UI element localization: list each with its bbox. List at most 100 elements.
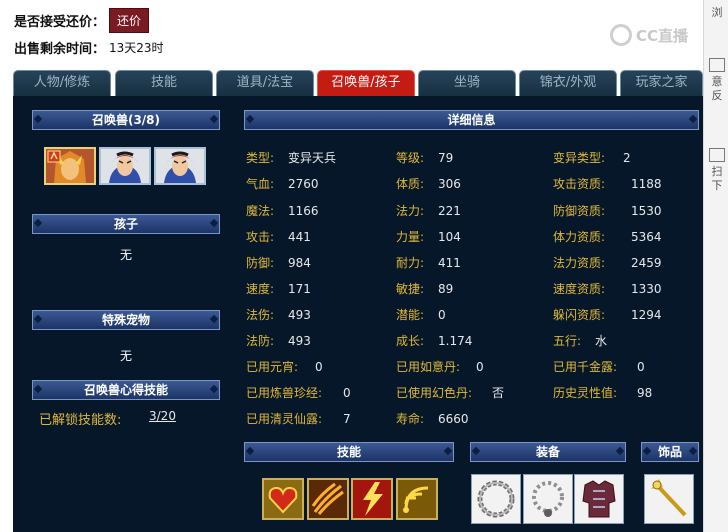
stat-label: 力量: (396, 230, 425, 244)
stat-label: 成长: (396, 334, 425, 348)
accessory-slot[interactable] (644, 474, 694, 524)
stat-label: 躲闪资质: (553, 308, 606, 322)
stat-value: 2459 (631, 256, 662, 270)
stat-label: 速度: (246, 282, 275, 296)
stat-value: 104 (438, 230, 461, 244)
stat-value: 493 (288, 334, 311, 348)
stat-label: 速度资质: (553, 282, 606, 296)
heart-shield-skill-icon (264, 480, 302, 518)
accept-counter-label: 是否接受还价： (14, 14, 106, 30)
stat-label: 已用炼兽珍经: (246, 386, 323, 400)
accept-counter-row: 是否接受还价： 还价 (14, 7, 150, 33)
skill-slot-4[interactable] (396, 478, 438, 520)
stat-value: 984 (288, 256, 311, 270)
bead-necklace-icon (524, 475, 572, 523)
stat-value: 1294 (631, 308, 662, 322)
stat-label: 法伤: (246, 308, 275, 322)
stat-label: 类型: (246, 151, 275, 165)
stat-value: 171 (288, 282, 311, 296)
child-value: 无 (119, 248, 132, 262)
watermark-text: CC直播 (636, 26, 689, 45)
side-item-feedback[interactable]: 意 反 (706, 58, 728, 103)
stat-label: 等级: (396, 151, 425, 165)
pet-slot-2[interactable] (99, 147, 151, 185)
unlocked-skills-label: 已解锁技能数: (39, 413, 122, 428)
stat-value: 306 (438, 177, 461, 191)
summon-panel: 召唤兽(3/8) 孩子 无 特殊宠物 无 召唤兽心得技能 已解锁技能数: 3/2… (13, 96, 703, 532)
stat-value: 1330 (631, 282, 662, 296)
fire-mask-pet-icon (46, 149, 94, 183)
stat-label: 已用千金露: (553, 360, 618, 374)
pet-slot-1[interactable] (44, 147, 96, 185)
lightning-bolt-skill-icon (353, 480, 391, 518)
tab-items[interactable]: 道具/法宝 (216, 70, 314, 96)
stat-label: 耐力: (396, 256, 425, 270)
equipment-slot-3[interactable] (574, 474, 624, 524)
stat-label: 变异类型: (553, 151, 606, 165)
skill-slot-3[interactable] (351, 478, 393, 520)
pets-header: 召唤兽(3/8) (32, 110, 220, 130)
stat-value: 2 (623, 151, 631, 165)
counter-offer-button[interactable]: 还价 (109, 7, 150, 33)
tab-skills[interactable]: 技能 (115, 70, 213, 96)
stat-label: 法力: (396, 204, 425, 218)
stat-value: 411 (438, 256, 461, 270)
stat-value: 1188 (631, 177, 662, 191)
skill-slot-2[interactable] (307, 478, 349, 520)
equipment-header: 装备 (470, 442, 626, 462)
tab-home[interactable]: 玩家之家 (620, 70, 703, 96)
stat-value: 79 (438, 151, 454, 165)
stat-value: 变异天兵 (288, 151, 337, 165)
tab-outfits[interactable]: 锦衣/外观 (519, 70, 617, 96)
pet-slot-3[interactable] (154, 147, 206, 185)
remaining-time-label: 出售剩余时间： (14, 41, 106, 57)
edit-icon (709, 58, 725, 72)
stat-value: 0 (343, 386, 351, 400)
pet-insight-skills-header: 召唤兽心得技能 (32, 380, 220, 400)
claw-strike-skill-icon (309, 480, 347, 518)
warrior-pet-icon (156, 149, 204, 183)
special-pet-value: 无 (119, 349, 132, 363)
equipment-slot-1[interactable] (471, 474, 521, 524)
stat-value: 98 (637, 386, 653, 400)
stat-label: 潜能: (396, 308, 425, 322)
scan-icon (709, 148, 725, 162)
stat-value: 0 (637, 360, 645, 374)
accessory-header: 饰品 (641, 442, 699, 462)
stat-value: 0 (438, 308, 446, 322)
golden-staff-icon (645, 475, 693, 523)
tab-summons[interactable]: 召唤兽/孩子 (317, 70, 415, 96)
equipment-slot-2[interactable] (523, 474, 573, 524)
stat-label: 寿命: (396, 412, 425, 426)
stat-value: 否 (492, 386, 505, 400)
stat-label: 气血: (246, 177, 275, 191)
side-item-browse[interactable]: 浏 (706, 6, 728, 20)
stat-label: 历史灵性值: (553, 386, 618, 400)
skill-slot-1[interactable] (262, 478, 304, 520)
side-item-scan[interactable]: 扫 下 (706, 148, 728, 193)
details-header: 详细信息 (244, 110, 699, 130)
category-tabs: 人物/修炼 技能 道具/法宝 召唤兽/孩子 坐骑 锦衣/外观 玩家之家 (13, 70, 703, 96)
stream-watermark: CC直播 (610, 24, 688, 46)
stat-value: 441 (288, 230, 311, 244)
stat-value: 2760 (288, 177, 319, 191)
stat-label: 已使用幻色丹: (396, 386, 473, 400)
tab-character[interactable]: 人物/修炼 (13, 70, 111, 96)
stat-label: 攻击: (246, 230, 275, 244)
stat-value: 1.174 (438, 334, 473, 348)
stat-label: 已用元宵: (246, 360, 299, 374)
remaining-time-value: 13天23时 (109, 40, 164, 55)
warrior-pet-icon (101, 149, 149, 183)
tab-mounts[interactable]: 坐骑 (418, 70, 516, 96)
unlocked-skills-count[interactable]: 3/20 (149, 409, 176, 423)
stat-label: 防御资质: (553, 204, 606, 218)
special-pet-header: 特殊宠物 (32, 310, 220, 330)
stat-value: 221 (438, 204, 461, 218)
stat-value: 0 (476, 360, 484, 374)
stat-label: 魔法: (246, 204, 275, 218)
watermark-logo-icon (610, 24, 632, 46)
stat-value: 493 (288, 308, 311, 322)
stat-label: 已用如意丹: (396, 360, 461, 374)
child-header: 孩子 (32, 214, 220, 234)
stat-value: 5364 (631, 230, 662, 244)
